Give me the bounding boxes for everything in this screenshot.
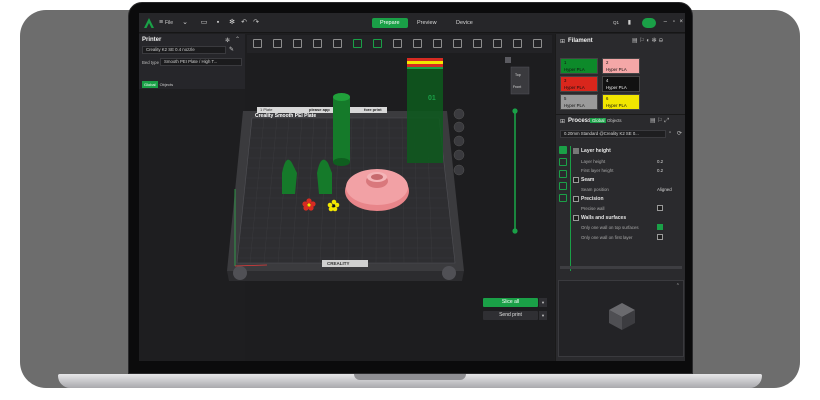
precision-section-title: Precision	[581, 196, 604, 202]
process-tab-global[interactable]: Global	[590, 118, 607, 123]
wipe-tower-layer	[407, 61, 443, 64]
others-category-icon[interactable]	[559, 194, 567, 202]
process-preset-select[interactable]: 0.20mm Standard @Creality K2 SE 0...	[560, 130, 666, 138]
settings-scrollbar[interactable]	[560, 266, 682, 269]
precision-section-icon	[573, 196, 579, 202]
filament-settings-icons[interactable]: ▤ ⚐ ◐ ✻ ⊖	[632, 37, 663, 44]
compare-preset-icon[interactable]: ⟳	[677, 130, 682, 137]
settings-list: Layer height Layer height 0.2 First laye…	[570, 146, 682, 271]
precise-wall-checkbox[interactable]	[657, 205, 663, 211]
precise-wall-label: Precise wall	[581, 206, 605, 211]
bed-corner-foot	[233, 266, 247, 280]
cube-preview-icon	[609, 303, 635, 330]
filament-slot-5[interactable]: 5 Hyper PLA	[560, 94, 598, 110]
view-top-label[interactable]: Top	[515, 73, 521, 77]
object-number-label: 01	[428, 95, 436, 102]
filament-slot-3[interactable]: 3 Hyper PLA	[560, 76, 598, 92]
plate-hint-1: please app	[309, 107, 330, 112]
plate-number-label: 1 Plate	[260, 107, 273, 112]
view-cube[interactable]	[510, 66, 530, 95]
tall-cylinder-bottom	[333, 158, 350, 166]
process-tab-objects[interactable]: Objects	[607, 118, 622, 123]
arrange-tool-icon[interactable]	[453, 121, 465, 133]
bed-logo-text: CREALITY	[327, 261, 350, 266]
send-options-icon[interactable]: ▾	[539, 311, 547, 320]
top-surface-wall-checkbox[interactable]	[657, 224, 663, 230]
walls-section-title: Walls and surfaces	[581, 215, 627, 221]
filament-toggle-icon[interactable]: ⊞	[560, 38, 565, 45]
top-surface-wall-label: Only one wall on top surfaces	[581, 225, 639, 230]
process-action-icons[interactable]: ▤ ⚐ ⤢	[650, 117, 669, 125]
support-category-icon[interactable]	[559, 182, 567, 190]
wipe-tower-layer	[407, 64, 443, 67]
bed-corner-foot	[442, 266, 456, 280]
layer-height-input[interactable]: 0.2	[657, 159, 663, 164]
speed-category-icon[interactable]	[559, 170, 567, 178]
strength-category-icon[interactable]	[559, 158, 567, 166]
wipe-tower-layer	[407, 58, 443, 61]
first-layer-height-input[interactable]: 0.2	[657, 168, 663, 173]
layer-slider-bottom-handle[interactable]	[512, 228, 518, 234]
send-print-button[interactable]: Send print	[483, 311, 538, 320]
view-front-label[interactable]: Front	[513, 85, 521, 89]
process-toggle-icon[interactable]: ⊞	[560, 118, 565, 125]
delete-tool-icon[interactable]	[453, 108, 465, 120]
wipe-tower[interactable]	[407, 59, 443, 163]
filament-slot-1[interactable]: 1 Hyper PLA	[560, 58, 598, 74]
first-layer-wall-label: Only one wall on first layer	[581, 235, 633, 240]
home-view-icon[interactable]	[505, 57, 511, 63]
preview-menu-icon[interactable]: ⌃	[676, 283, 680, 289]
filament-slot-6[interactable]: 6 Hyper PLA	[602, 94, 640, 110]
settings-tool-icon[interactable]	[453, 164, 465, 176]
settings-panel: ⊞ Filament ▤ ⚐ ◐ ✻ ⊖ 1 Hyper PLA 2 Hyper…	[555, 34, 685, 361]
quality-category-icon[interactable]	[559, 146, 567, 154]
slice-all-button[interactable]: Slice all	[483, 298, 538, 307]
laptop-notch	[354, 374, 466, 380]
wipe-tower-layer	[407, 67, 443, 69]
layer-height-section-icon	[573, 148, 579, 154]
first-layer-height-label: First layer height	[581, 168, 614, 173]
seam-section-icon	[573, 177, 579, 183]
object-preview: ⌃	[558, 280, 684, 357]
filament-title: Filament	[568, 38, 593, 44]
filament-slot-2[interactable]: 2 Hyper PLA	[602, 58, 640, 74]
pink-disc-hole	[371, 174, 383, 180]
app-screen: ≡ File ⌄ ▭ ▪ ✻ ↶ ↷ Prepare Preview Devic…	[139, 13, 685, 361]
tall-cylinder-object[interactable]	[333, 97, 350, 162]
layer-height-label: Layer height	[581, 159, 606, 164]
filament-slot-4[interactable]: 4 Hyper PLA	[602, 76, 640, 92]
plate-name-label: Creality Smooth PEI Plate	[255, 113, 317, 119]
slice-options-icon[interactable]: ▾	[539, 298, 547, 307]
first-layer-wall-checkbox[interactable]	[657, 234, 663, 240]
panel-divider	[556, 114, 685, 115]
seam-position-select[interactable]: Aligned	[657, 187, 672, 192]
process-title: Process	[568, 118, 592, 124]
seam-position-label: Seam position	[581, 187, 609, 192]
layer-height-section-title: Layer height	[581, 148, 611, 154]
bed-edge	[227, 271, 464, 281]
tall-cylinder-top	[333, 93, 350, 101]
lock-tool-icon[interactable]	[453, 149, 465, 161]
seam-section-title: Seam	[581, 177, 595, 183]
plate-hint-2: fore print	[364, 107, 382, 112]
walls-section-icon	[573, 215, 579, 221]
process-preset-value: 0.20mm Standard @Creality K2 SE 0...	[564, 131, 639, 136]
save-preset-icon[interactable]: ▫	[669, 130, 671, 136]
orient-tool-icon[interactable]	[453, 135, 465, 147]
layer-slider-top-handle[interactable]	[512, 108, 518, 114]
